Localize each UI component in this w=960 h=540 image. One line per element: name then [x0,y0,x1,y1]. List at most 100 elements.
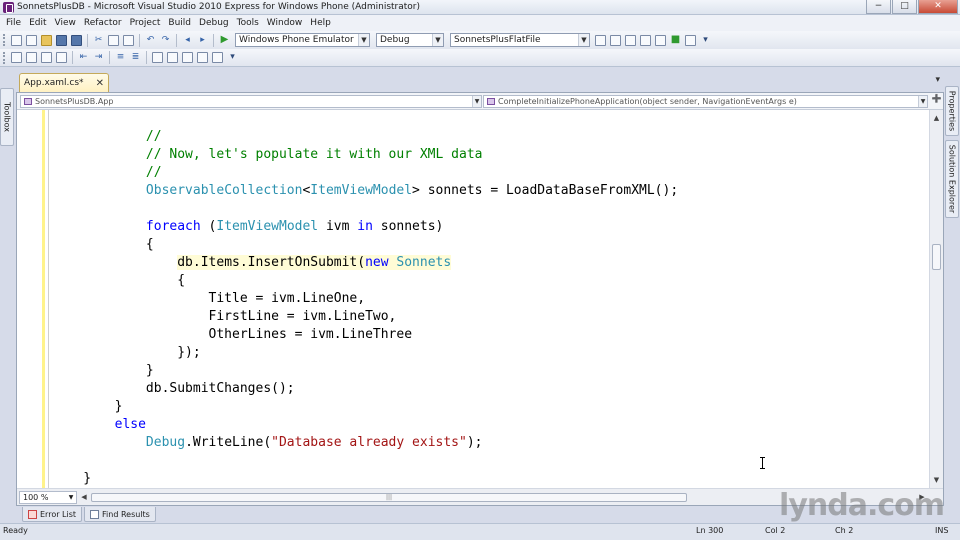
code-editor: SonnetsPlusDB.App ▼ CompleteInitializePh… [16,92,944,506]
display-object-member-list-icon[interactable] [11,52,22,63]
code-token: { [52,237,154,252]
clear-bookmarks-icon[interactable] [212,52,223,63]
comment-lines-icon[interactable]: ≡ [115,52,126,63]
status-line: Ln 300 [696,526,724,535]
visual-studio-icon [3,1,14,13]
tab-overflow-icon[interactable]: ▾ [935,75,940,85]
tab-error-list[interactable]: Error List [22,507,83,522]
next-bookmark-icon[interactable] [182,52,193,63]
toolbar-separator [72,51,73,64]
mouse-ibeam-cursor [760,457,765,469]
code-text-area[interactable]: // // Now, let's populate it with our XM… [17,110,929,488]
chevron-down-icon: ▼ [918,96,927,107]
chevron-down-icon: ▼ [432,34,443,46]
member-select[interactable]: CompleteInitializePhoneApplication(objec… [483,95,928,108]
toolbar-options-icon[interactable]: ▾ [227,52,238,63]
toolbar-separator [146,51,147,64]
save-icon[interactable] [56,34,67,46]
vertical-scrollbar[interactable]: ▲ ▼ [929,110,943,488]
split-editor-icon[interactable]: ➕ [931,94,942,108]
menu-build[interactable]: Build [164,18,195,28]
word-completion-icon[interactable] [56,52,67,63]
save-all-icon[interactable] [71,34,82,46]
status-char: Ch 2 [835,526,854,535]
menu-view[interactable]: View [51,18,80,28]
add-item-icon[interactable] [26,34,37,46]
toolbar-grip[interactable] [3,51,6,64]
menu-refactor[interactable]: Refactor [80,18,126,28]
code-token: // [145,165,162,180]
chevron-down-icon: ▼ [578,34,589,46]
zoom-select[interactable]: 100 % ▼ [19,491,77,504]
code-token: foreach [145,219,201,234]
object-browser-icon[interactable] [640,34,651,46]
start-page-icon[interactable]: ■ [670,35,681,46]
find-in-files-icon[interactable] [595,34,606,46]
toolbar-options-icon[interactable]: ▾ [700,35,711,46]
code-line: else [52,416,146,434]
next-bookmark-in-folder-icon[interactable] [197,52,208,63]
cut-icon[interactable]: ✂ [93,35,104,46]
parameter-info-icon[interactable] [26,52,37,63]
quick-info-icon[interactable] [41,52,52,63]
paste-icon[interactable] [123,34,134,46]
navigation-bar: SonnetsPlusDB.App ▼ CompleteInitializePh… [17,93,943,110]
code-token: "Database already exists" [271,435,467,450]
properties-tab[interactable]: Properties [945,86,959,136]
decrease-indent-icon[interactable]: ⇤ [78,52,89,63]
menu-project[interactable]: Project [126,18,165,28]
start-debugging-icon[interactable]: ▶ [219,35,230,46]
close-button[interactable]: ✕ [918,0,958,14]
code-token: sonnets) [372,219,444,234]
toolbar-grip[interactable] [3,34,6,46]
menu-tools[interactable]: Tools [233,18,263,28]
code-line: db.Items.InsertOnSubmit(new Sonnets [52,254,452,272]
code-token: OtherLines = ivm.LineThree [52,327,413,342]
menu-edit[interactable]: Edit [25,18,50,28]
menu-window[interactable]: Window [263,18,307,28]
properties-window-icon[interactable] [625,34,636,46]
vertical-scroll-thumb[interactable] [932,244,941,270]
class-select[interactable]: SonnetsPlusDB.App ▼ [20,95,482,108]
previous-bookmark-icon[interactable] [167,52,178,63]
find-input[interactable]: SonnetsPlusFlatFile ▼ [450,33,590,47]
toggle-bookmark-icon[interactable] [152,52,163,63]
method-icon [487,98,495,105]
undo-icon[interactable]: ↶ [145,35,156,46]
code-token: ObservableCollection [145,183,303,198]
menu-help[interactable]: Help [306,18,335,28]
solution-explorer-icon[interactable] [610,34,621,46]
tab-find-results[interactable]: Find Results [84,507,156,522]
restore-button[interactable]: □ [892,0,917,14]
new-project-icon[interactable] [11,34,22,46]
menu-file[interactable]: File [2,18,25,28]
standard-toolbar: ✂ ↶ ↷ ◂ ▸ ▶ Windows Phone Emulator ▼ Deb… [0,31,960,49]
uncomment-lines-icon[interactable]: ≣ [130,52,141,63]
navigate-forward-icon[interactable]: ▸ [197,35,208,46]
tab-app-xaml-cs[interactable]: App.xaml.cs* ✕ [19,73,109,92]
copy-icon[interactable] [108,34,119,46]
code-token: db.SubmitChanges(); [52,381,295,396]
toolbox-icon[interactable] [655,34,666,46]
extension-manager-icon[interactable] [685,34,696,46]
increase-indent-icon[interactable]: ⇥ [93,52,104,63]
close-icon[interactable]: ✕ [96,78,104,89]
configuration-value: Debug [380,35,410,45]
target-device-select[interactable]: Windows Phone Emulator ▼ [235,33,370,47]
code-token: db.Items.InsertOnSubmit( [177,255,366,270]
minimize-button[interactable]: − [866,0,891,14]
redo-icon[interactable]: ↷ [160,35,171,46]
scroll-up-icon[interactable]: ▲ [930,112,943,124]
scroll-left-icon[interactable]: ◀ [79,491,89,504]
toolbox-tab[interactable]: Toolbox [0,88,14,146]
navigate-backward-icon[interactable]: ◂ [182,35,193,46]
solution-configuration-select[interactable]: Debug ▼ [376,33,444,47]
toolbox-tab-label: Toolbox [2,102,12,132]
scroll-down-icon[interactable]: ▼ [930,474,943,486]
solution-explorer-tab[interactable]: Solution Explorer [945,140,959,218]
open-file-icon[interactable] [41,34,52,46]
menu-debug[interactable]: Debug [195,18,233,28]
member-select-value: CompleteInitializePhoneApplication(objec… [498,97,797,106]
horizontal-scroll-thumb[interactable]: ||| [91,493,687,502]
